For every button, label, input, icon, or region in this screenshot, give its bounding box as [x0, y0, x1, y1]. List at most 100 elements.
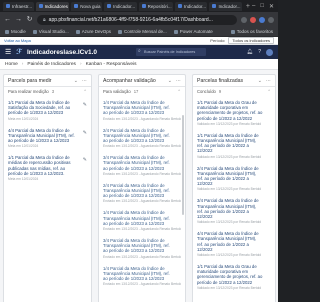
bookmark[interactable]: Controle Mensal de... — [117, 29, 167, 34]
column-title: Parcels para medir — [8, 77, 52, 84]
reload-icon[interactable]: ↻ — [26, 12, 33, 27]
maximize-icon[interactable]: □ — [260, 3, 264, 10]
kanban-card[interactable]: 1/1 Parcial da Meta do Grau de maturidad… — [197, 262, 271, 293]
column-count: 9 — [218, 89, 222, 94]
column-header: Parcels para medir ⌄ ⋯ — [4, 75, 91, 87]
period-label: Período: — [210, 38, 226, 43]
tab-label: Indicador... — [113, 3, 136, 9]
browser-tab[interactable]: Indicador... — [174, 1, 208, 11]
more-icon[interactable]: ⋯ — [82, 78, 87, 84]
browser-tab-active[interactable]: Indicadores — [35, 1, 70, 11]
browser-tab[interactable]: Repositóri... — [138, 1, 173, 11]
browser-tab[interactable]: Infraestr... — [3, 1, 34, 11]
browser-tab[interactable]: Indicador... — [104, 1, 137, 11]
tab-label: Repositóri... — [147, 3, 172, 9]
browser-tab-bar: Infraestr... Indicadores Nova guia Indic… — [0, 0, 278, 12]
tab-favicon-icon — [74, 4, 79, 8]
header-actions: 🔔︎ ? — [247, 48, 273, 56]
collapse-icon[interactable]: ⌄ — [258, 78, 262, 84]
kanban-card[interactable]: 4/4 Parcial da Meta do Índice de Transpa… — [197, 229, 271, 260]
kanban-card[interactable]: 4/4 Parcial da Meta do Índice de Transpa… — [8, 126, 87, 152]
avatar[interactable] — [266, 48, 273, 56]
edit-icon[interactable]: ✎ — [83, 130, 87, 136]
kanban-card[interactable]: 2/4 Parcial da Meta do Índice de Transpa… — [197, 164, 271, 195]
help-icon[interactable]: ? — [258, 49, 261, 55]
column-header: Acompanhar validação ⌄ ⋯ — [99, 75, 185, 87]
kanban-card[interactable]: 1/1 Parcial da Meta do Índice de médias … — [8, 153, 87, 184]
close-icon[interactable]: ✕ — [269, 3, 274, 10]
card-meta: Meta em 12/01/2024 — [8, 116, 39, 121]
bookmark[interactable]: Visual Studio... — [32, 29, 69, 34]
bookmark[interactable]: Azure DevOps — [75, 29, 111, 34]
toggle-icon[interactable]: ⌃ — [267, 89, 271, 95]
bookmark-label: Todos os favoritos — [236, 29, 273, 34]
card-meta: Validado em 13/12/2023 por Renato Bertol… — [197, 154, 262, 159]
column-header: Parcelas finalizadas ⌄ ⋯ — [193, 75, 275, 87]
minimize-icon[interactable]: – — [252, 3, 255, 10]
card-title: 3/4 Parcial da Meta do Índice de Transpa… — [197, 198, 259, 220]
kanban-card[interactable]: 1/1 Parcial da Meta do Índice de Satisfa… — [8, 98, 87, 124]
collapse-icon[interactable]: ⌄ — [168, 78, 172, 84]
card-meta: Validado em 13/12/2023 por Renato Bertol… — [197, 187, 262, 192]
card-title: 3/4 Parcial da Meta do Índice de Transpa… — [103, 238, 170, 254]
profile-icon[interactable] — [259, 16, 265, 23]
card-meta: Enviado em 13/12/2023 - Aguardando Renat… — [103, 144, 181, 149]
card-title: 1/1 Parcial da Meta do Índice de Transpa… — [197, 132, 259, 154]
column-actions: ⌄ ⋯ — [258, 78, 271, 84]
search-input[interactable]: Buscar Painéis de Indicadores — [136, 47, 207, 56]
browser-tab[interactable]: Nova guia — [71, 1, 103, 11]
toggle-icon[interactable]: ⌃ — [177, 89, 181, 95]
all-bookmarks[interactable]: Todos os favoritos — [230, 29, 273, 34]
new-tab-icon[interactable]: + — [246, 3, 250, 10]
period-selector: Período: Todos os indicadores — [210, 37, 274, 44]
address-bar-row: ← → ↻ 🔒︎ app.pbsfinancial.net/b21a6806-4… — [0, 12, 278, 27]
breadcrumb-home[interactable]: Home — [5, 62, 18, 67]
column-scrollbar[interactable] — [182, 115, 184, 215]
bell-icon[interactable]: 🔔︎ — [247, 49, 253, 55]
tab-label: Indicadores — [44, 3, 68, 9]
back-to-map-link[interactable]: Voltar ao Mapa — [4, 38, 31, 43]
period-select[interactable]: Todos os indicadores — [228, 37, 274, 44]
more-icon[interactable]: ⋯ — [266, 78, 271, 84]
bookmark-label: Azure DevOps — [81, 29, 111, 34]
kanban-card[interactable]: 3/4 Parcial da Meta do Índice de Transpa… — [197, 196, 271, 227]
url-input[interactable]: 🔒︎ app.pbsfinancial.net/b21a6806-4ff9-f7… — [37, 14, 237, 25]
menu-dots-icon[interactable] — [268, 16, 274, 23]
card-title: 2/4 Parcial da Meta do Índice de Transpa… — [197, 165, 259, 187]
card-title: 1/1 Parcial da Meta do Índice de Satisfa… — [8, 100, 71, 116]
browser-tab[interactable]: Indicador... — [209, 1, 242, 11]
toggle-icon[interactable]: ⌃ — [83, 89, 87, 95]
app-header: ☰ ℱ Indicadoreslase.ICv1.0 Buscar Painéi… — [0, 45, 278, 59]
column-sub-label: Para validação — [103, 89, 131, 94]
collapse-icon[interactable]: ⌄ — [74, 78, 78, 84]
kanban-card[interactable]: 2/4 Parcial da Meta do Índice de Transpa… — [103, 126, 181, 152]
edit-icon[interactable]: ✎ — [83, 102, 87, 108]
breadcrumb-item[interactable]: Painéis de Indicadores — [27, 62, 76, 67]
extension-icon[interactable] — [241, 16, 247, 23]
kanban-card[interactable]: 1/4 Parcial da Meta do Índice de Transpa… — [103, 264, 181, 290]
card-meta: Enviado em 13/12/2023 - Aguardando Renat… — [103, 171, 181, 176]
card-title: 4/4 Parcial da Meta do Índice de Transpa… — [8, 127, 75, 144]
kanban-card[interactable]: 1/4 Parcial da Meta do Índice de Transpa… — [103, 98, 181, 124]
kanban-card[interactable]: 1/1 Parcial da Meta do Índice de Transpa… — [197, 131, 271, 162]
kanban-card[interactable]: 1/4 Parcial da Meta do Índice de Transpa… — [103, 208, 181, 234]
kanban-card[interactable]: 3/4 Parcial da Meta do Índice de Transpa… — [103, 153, 181, 179]
back-icon[interactable]: ← — [4, 12, 11, 27]
kanban-card[interactable]: 1/1 Parcial da Meta do Grau de maturidad… — [197, 98, 271, 129]
column-actions: ⌄ ⋯ — [168, 78, 181, 84]
card-title: 1/1 Parcial da Meta do Grau de maturidad… — [197, 100, 263, 121]
kanban-card[interactable]: 2/4 Parcial da Meta do Índice de Transpa… — [103, 181, 181, 207]
kanban-card[interactable]: 3/4 Parcial da Meta do Índice de Transpa… — [103, 236, 181, 262]
edit-icon[interactable]: ✎ — [83, 157, 87, 163]
more-icon[interactable]: ⋯ — [176, 78, 181, 84]
hamburger-menu-icon[interactable]: ☰ — [5, 48, 11, 56]
extension-icon[interactable] — [250, 16, 256, 23]
column-actions: ⌄ ⋯ — [74, 78, 87, 84]
bookmark-label: Power Automate — [179, 29, 213, 34]
bookmark[interactable]: Moodle — [5, 29, 26, 34]
bookmark[interactable]: Power Automate — [173, 29, 213, 34]
tab-favicon-icon — [177, 4, 182, 8]
forward-icon[interactable]: → — [15, 12, 22, 27]
column-sub-label: Concluído — [197, 89, 216, 94]
card-title: 1/1 Parcial da Meta do Grau de maturidad… — [197, 264, 263, 285]
